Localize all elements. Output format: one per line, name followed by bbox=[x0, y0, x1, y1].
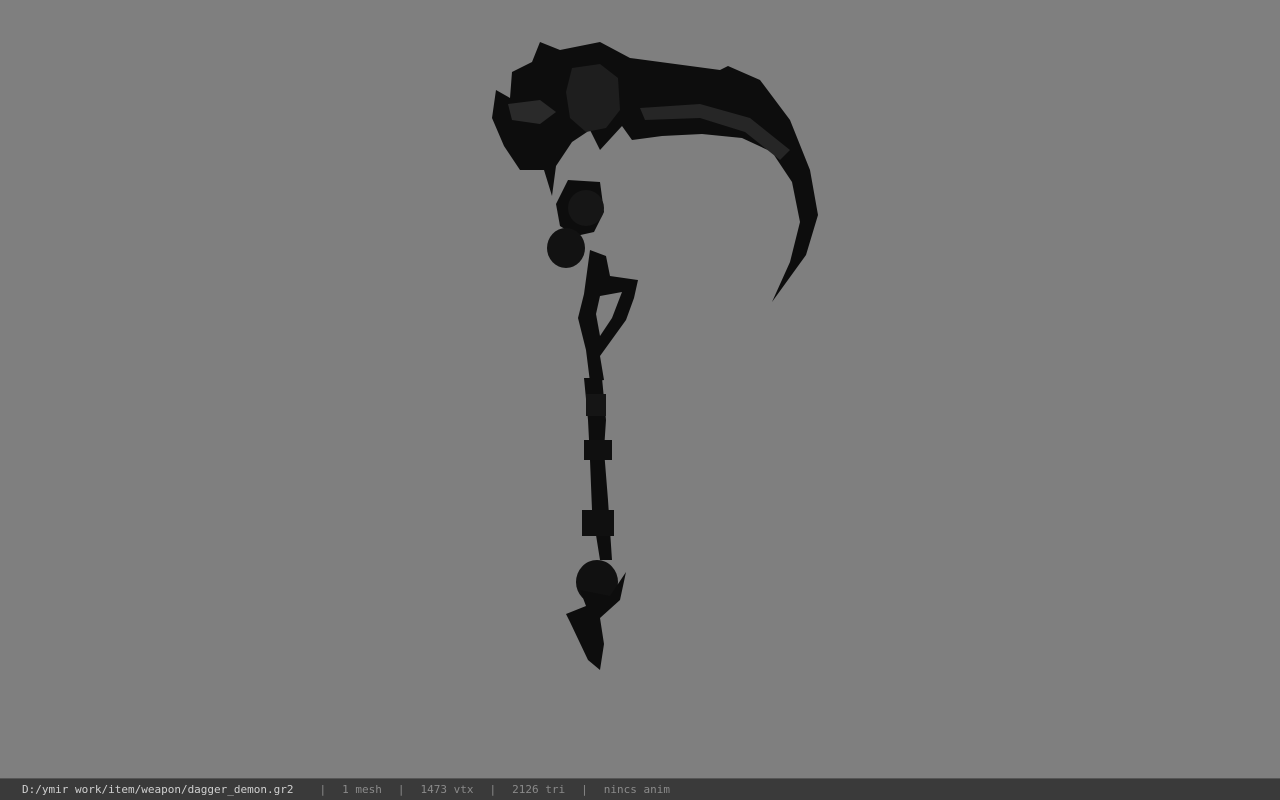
3d-viewport[interactable] bbox=[0, 0, 1280, 778]
vertex-count-label: 1473 vtx bbox=[420, 783, 474, 796]
triangle-count-label: 2126 tri bbox=[512, 783, 566, 796]
scythe-model bbox=[492, 42, 818, 670]
status-separator: | bbox=[319, 783, 327, 796]
model-shaft-ring-3 bbox=[582, 510, 614, 536]
model-shaft-ring-1 bbox=[586, 394, 606, 416]
model-blade bbox=[492, 42, 818, 302]
file-path-label: D:/ymir work/item/weapon/dagger_demon.gr… bbox=[22, 783, 294, 796]
status-bar: D:/ymir work/item/weapon/dagger_demon.gr… bbox=[0, 778, 1280, 800]
model-shaft-ring-2 bbox=[584, 440, 612, 460]
status-separator: | bbox=[397, 783, 405, 796]
status-separator: | bbox=[489, 783, 497, 796]
model-bead-top bbox=[568, 190, 604, 226]
status-separator: | bbox=[581, 783, 588, 796]
mesh-count-label: 1 mesh bbox=[342, 783, 382, 796]
animation-label: nincs anim bbox=[603, 783, 670, 796]
model-bead-mid bbox=[547, 228, 585, 268]
